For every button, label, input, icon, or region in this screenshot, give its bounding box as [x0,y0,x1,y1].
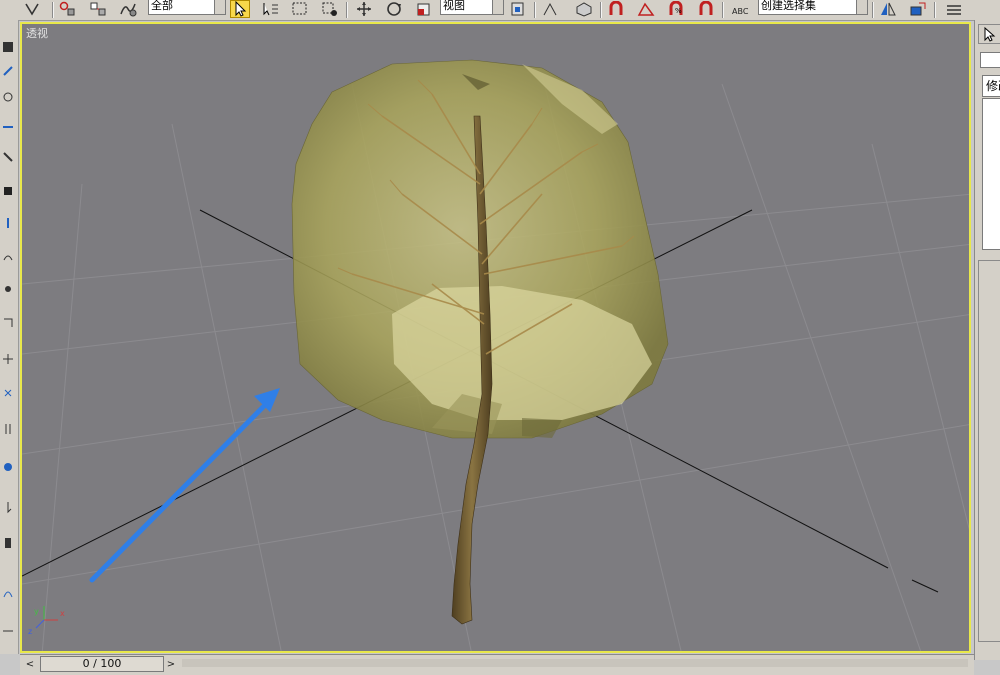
prev-icon: < [25,658,35,670]
left-tool-icon[interactable] [1,216,15,230]
modifier-list-label: 修改 [986,79,1000,93]
command-panel-scroll-area[interactable] [978,260,1000,642]
axis-x-label: x [60,609,65,618]
create-panel-tab[interactable] [978,24,1000,44]
modifier-stack-list[interactable] [982,98,1000,250]
left-tool-icon[interactable] [1,352,15,366]
axis-z-label: z [28,627,32,636]
left-toolbar [0,20,19,654]
bind-to-space-warp-icon[interactable] [118,0,138,18]
window-crossing-icon[interactable] [320,0,340,18]
spinner-snap-toggle-icon[interactable] [696,0,716,18]
viewport-scene[interactable]: y x z [22,24,971,653]
percent-snap-toggle-icon[interactable]: % [666,0,686,18]
toolbar-separator [934,2,936,18]
select-rotate-icon[interactable] [384,0,404,18]
toolbar-separator [52,2,54,18]
annotation-arrow [89,388,280,583]
named-selection-sets-dropdown[interactable]: 创建选择集 [758,0,868,15]
chevron-down-icon [856,0,867,14]
left-tool-icon[interactable] [1,460,15,474]
time-slider-track[interactable] [182,659,968,667]
left-tool-icon[interactable] [1,40,15,54]
toolbar-separator [600,2,602,18]
next-icon: > [166,658,176,670]
chevron-down-icon [492,0,503,14]
perspective-viewport[interactable]: y x z 透视 [20,22,971,653]
command-panel: 修改 [974,20,1000,660]
time-slider-next-button[interactable]: > [163,657,179,671]
reference-coordinate-value: 视图 [443,0,465,12]
rectangular-selection-icon[interactable] [290,0,310,18]
time-slider[interactable]: < 0 / 100 > [20,654,974,675]
left-tool-icon[interactable] [1,536,15,550]
align-icon[interactable] [908,0,928,18]
use-pivot-center-icon[interactable] [508,0,528,18]
select-object-icon[interactable] [230,0,250,18]
angle-snap-toggle-icon[interactable] [636,0,656,18]
left-tool-icon[interactable] [1,64,15,78]
chevron-down-icon [214,0,225,14]
layer-manager-icon[interactable] [944,0,964,18]
unlink-selection-icon[interactable] [58,0,78,18]
left-tool-icon[interactable] [1,316,15,330]
object-name-field[interactable] [980,52,1000,68]
reference-coordinate-dropdown[interactable]: 视图 [440,0,504,15]
axis-tripod: y x z [28,606,65,636]
select-and-link-icon[interactable] [22,0,42,18]
selection-filter-value: 全部 [151,0,173,12]
left-tool-icon[interactable] [1,422,15,436]
time-slider-prev-button[interactable]: < [22,657,38,671]
named-selection-sets-value: 创建选择集 [761,0,816,12]
svg-text:%: % [675,7,682,15]
select-move-icon[interactable] [354,0,374,18]
svg-text:ABC: ABC [732,7,749,16]
axis-y-label: y [34,607,39,616]
left-tool-icon[interactable] [1,150,15,164]
frame-display: 0 / 100 [82,657,122,670]
toolbar-separator [722,2,724,18]
main-toolbar: 全部 视图 % ABC 创建选择集 [0,0,1000,21]
left-tool-icon[interactable] [1,586,15,600]
keyboard-shortcut-override-icon[interactable] [574,0,594,18]
modifier-list-dropdown[interactable]: 修改 [982,75,1000,97]
mirror-icon[interactable] [878,0,898,18]
toolbar-separator [346,2,348,18]
left-tool-icon[interactable] [1,90,15,104]
select-scale-icon[interactable] [414,0,434,18]
unlink-icon[interactable] [88,0,108,18]
toolbar-separator [872,2,874,18]
left-tool-icon[interactable] [1,120,15,134]
select-by-name-icon[interactable] [260,0,280,18]
left-tool-icon[interactable] [1,386,15,400]
left-tool-icon[interactable] [1,184,15,198]
toolbar-separator [534,2,536,18]
selection-filter-dropdown[interactable]: 全部 [148,0,226,15]
left-tool-icon[interactable] [1,282,15,296]
edit-named-selection-sets-icon[interactable]: ABC [730,0,750,18]
time-slider-thumb[interactable]: 0 / 100 [40,656,164,672]
left-tool-icon[interactable] [1,250,15,264]
select-manipulate-icon[interactable] [540,0,560,18]
snaps-toggle-icon[interactable] [606,0,626,18]
viewport-label[interactable]: 透视 [26,25,48,41]
left-tool-icon[interactable] [1,500,15,514]
left-tool-icon[interactable] [1,624,15,638]
